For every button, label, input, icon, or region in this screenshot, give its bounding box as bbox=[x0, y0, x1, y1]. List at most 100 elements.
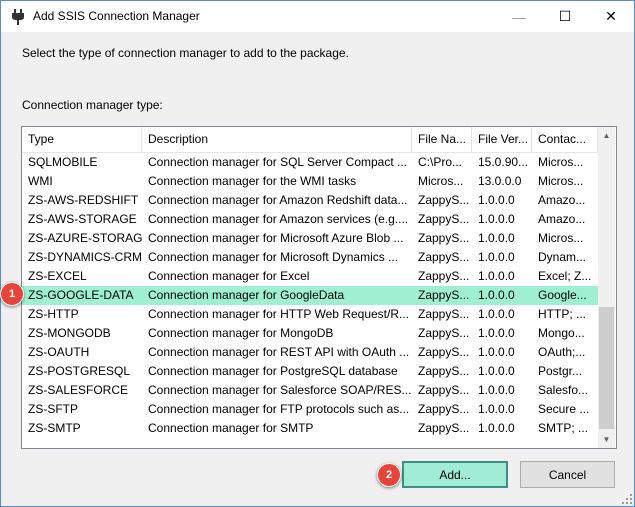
cell-file-version: 1.0.0.0 bbox=[478, 269, 515, 283]
table-row[interactable]: ZS-HTTP Connection manager for HTTP Web R… bbox=[22, 305, 598, 324]
cell-file-version: 1.0.0.0 bbox=[478, 326, 515, 340]
cell-file-version: 1.0.0.0 bbox=[478, 421, 515, 435]
cell-file-version: 13.0.0.0 bbox=[478, 174, 522, 188]
chevron-up-icon[interactable]: ▲ bbox=[598, 127, 615, 144]
cell-description: Connection manager for Amazon Redshift d… bbox=[148, 193, 408, 207]
cell-contact: OAuth;... bbox=[538, 345, 586, 359]
cell-contact: Dynam... bbox=[538, 250, 587, 264]
table-row[interactable]: ZS-GOOGLE-DATA Connection manager for Goo… bbox=[22, 286, 598, 305]
cell-file-version: 1.0.0.0 bbox=[478, 250, 515, 264]
vertical-scrollbar[interactable]: ▲ ▼ bbox=[598, 127, 615, 448]
cell-file-version: 1.0.0.0 bbox=[478, 212, 515, 226]
cell-description: Connection manager for PostgreSQL databa… bbox=[148, 364, 398, 378]
column-header-file-version[interactable]: File Ver... bbox=[472, 127, 532, 152]
cell-type: ZS-POSTGRESQL bbox=[28, 364, 131, 378]
close-button[interactable]: ✕ bbox=[588, 1, 634, 32]
table-row[interactable]: ZS-POSTGRESQL Connection manager for Post… bbox=[22, 362, 598, 381]
cell-contact: Postgr... bbox=[538, 364, 583, 378]
cell-type: ZS-DYNAMICS-CRM bbox=[28, 250, 142, 264]
list-header: Type Description File Na... File Ver... … bbox=[22, 127, 598, 153]
cell-contact: Secure ... bbox=[538, 402, 590, 416]
table-row[interactable]: ZS-DYNAMICS-CRM Connection manager for Mi… bbox=[22, 248, 598, 267]
table-row[interactable]: ZS-AWS-REDSHIFT Connection manager for Am… bbox=[22, 191, 598, 210]
cell-contact: Salesfo... bbox=[538, 383, 589, 397]
cell-file-name: ZappyS... bbox=[418, 231, 470, 245]
table-row[interactable]: SQLMOBILE Connection manager for SQL Serv… bbox=[22, 153, 598, 172]
cell-description: Connection manager for MongoDB bbox=[148, 326, 334, 340]
cell-description: Connection manager for Microsoft Azure B… bbox=[148, 231, 404, 245]
column-header-description[interactable]: Description bbox=[142, 127, 412, 152]
cell-file-name: ZappyS... bbox=[418, 402, 470, 416]
connection-type-label: Connection manager type: bbox=[22, 98, 163, 112]
dialog-window: Add SSIS Connection Manager — ☐ ✕ Select… bbox=[0, 0, 635, 507]
cell-file-name: C:\Pro... bbox=[418, 155, 463, 169]
cell-type: ZS-HTTP bbox=[28, 307, 79, 321]
table-row[interactable]: ZS-OAUTH Connection manager for REST API … bbox=[22, 343, 598, 362]
column-header-type[interactable]: Type bbox=[22, 127, 142, 152]
cell-file-version: 1.0.0.0 bbox=[478, 193, 515, 207]
table-row[interactable]: ZS-SFTP Connection manager for FTP protoc… bbox=[22, 400, 598, 419]
table-row[interactable]: ZS-SALESFORCE Connection manager for Sale… bbox=[22, 381, 598, 400]
title-bar[interactable]: Add SSIS Connection Manager — ☐ ✕ bbox=[1, 1, 634, 32]
scrollbar-thumb[interactable] bbox=[599, 307, 614, 429]
cell-contact: SMTP; ... bbox=[538, 421, 589, 435]
cell-description: Connection manager for Excel bbox=[148, 269, 310, 283]
connection-manager-list[interactable]: Type Description File Na... File Ver... … bbox=[21, 126, 617, 449]
cell-file-version: 1.0.0.0 bbox=[478, 307, 515, 321]
instruction-text: Select the type of connection manager to… bbox=[22, 46, 349, 60]
chevron-down-icon[interactable]: ▼ bbox=[598, 431, 615, 448]
cell-description: Connection manager for Microsoft Dynamic… bbox=[148, 250, 399, 264]
cell-file-name: ZappyS... bbox=[418, 269, 470, 283]
cell-description: Connection manager for REST API with OAu… bbox=[148, 345, 410, 359]
cell-description: Connection manager for the WMI tasks bbox=[148, 174, 357, 188]
cell-type: ZS-GOOGLE-DATA bbox=[28, 288, 134, 302]
cell-file-name: ZappyS... bbox=[418, 364, 470, 378]
table-row[interactable]: ZS-AZURE-STORAGE Connection manager for M… bbox=[22, 229, 598, 248]
resize-grip-icon[interactable] bbox=[622, 494, 632, 504]
cell-description: Connection manager for HTTP Web Request/… bbox=[148, 307, 410, 321]
list-rows: SQLMOBILE Connection manager for SQL Serv… bbox=[22, 153, 598, 438]
table-row[interactable]: ZS-SMTP Connection manager for SMTP ZappyS… bbox=[22, 419, 598, 438]
cell-file-version: 1.0.0.0 bbox=[478, 402, 515, 416]
cell-contact: Excel; Z... bbox=[538, 269, 592, 283]
cell-file-name: Micros... bbox=[418, 174, 464, 188]
cell-description: Connection manager for SQL Server Compac… bbox=[148, 155, 408, 169]
cell-type: ZS-AZURE-STORAGE bbox=[28, 231, 142, 245]
cell-contact: Micros... bbox=[538, 174, 584, 188]
cell-description: Connection manager for SMTP bbox=[148, 421, 314, 435]
cell-file-version: 15.0.90... bbox=[478, 155, 529, 169]
cell-contact: Amazo... bbox=[538, 193, 586, 207]
cell-contact: Micros... bbox=[538, 231, 584, 245]
table-row[interactable]: ZS-MONGODB Connection manager for MongoDB… bbox=[22, 324, 598, 343]
step-2-badge: 2 bbox=[377, 463, 401, 487]
cell-file-version: 1.0.0.0 bbox=[478, 364, 515, 378]
cancel-button[interactable]: Cancel bbox=[520, 461, 615, 488]
table-row[interactable]: ZS-EXCEL Connection manager for Excel Zapp… bbox=[22, 267, 598, 286]
add-button[interactable]: Add... bbox=[402, 461, 508, 488]
cell-file-name: ZappyS... bbox=[418, 212, 470, 226]
cell-contact: HTTP; ... bbox=[538, 307, 586, 321]
cell-type: ZS-SALESFORCE bbox=[28, 383, 129, 397]
maximize-button[interactable]: ☐ bbox=[542, 1, 588, 32]
cell-file-version: 1.0.0.0 bbox=[478, 383, 515, 397]
cell-description: Connection manager for Amazon services (… bbox=[148, 212, 409, 226]
cell-file-version: 1.0.0.0 bbox=[478, 288, 515, 302]
cell-description: Connection manager for Salesforce SOAP/R… bbox=[148, 383, 412, 397]
column-header-file-name[interactable]: File Na... bbox=[412, 127, 472, 152]
cell-type: ZS-SFTP bbox=[28, 402, 78, 416]
cell-file-name: ZappyS... bbox=[418, 250, 470, 264]
cell-type: ZS-MONGODB bbox=[28, 326, 111, 340]
table-row[interactable]: WMI Connection manager for the WMI tasks M… bbox=[22, 172, 598, 191]
cell-type: ZS-AWS-REDSHIFT bbox=[28, 193, 139, 207]
column-header-contact[interactable]: Contac... bbox=[532, 127, 598, 152]
cell-file-name: ZappyS... bbox=[418, 307, 470, 321]
cell-file-name: ZappyS... bbox=[418, 193, 470, 207]
cell-type: ZS-SMTP bbox=[28, 421, 81, 435]
minimize-button[interactable]: — bbox=[496, 1, 542, 32]
window-title: Add SSIS Connection Manager bbox=[33, 9, 200, 23]
cell-file-name: ZappyS... bbox=[418, 421, 470, 435]
step-1-badge: 1 bbox=[0, 282, 24, 306]
cell-file-name: ZappyS... bbox=[418, 326, 470, 340]
table-row[interactable]: ZS-AWS-STORAGE Connection manager for Ama… bbox=[22, 210, 598, 229]
cell-contact: Amazo... bbox=[538, 212, 586, 226]
